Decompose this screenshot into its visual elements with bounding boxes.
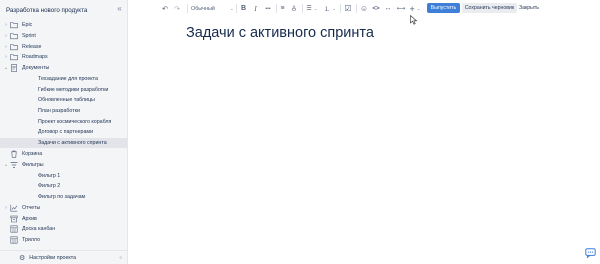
sidebar-item-label: Release (22, 43, 42, 50)
expand-width-icon[interactable]: ↔ (383, 3, 393, 14)
sidebar-item-label: Фильтр 1 (38, 172, 61, 179)
text-color-icon[interactable]: A̲ (289, 3, 299, 14)
bold-icon[interactable]: B (239, 3, 248, 14)
toolbar-divider (187, 4, 188, 13)
sidebar-item-label: Гибкие методики разработки (38, 86, 109, 93)
toolbar-divider (276, 4, 277, 13)
filter-icon (9, 161, 18, 169)
sidebar-item[interactable]: Обновленные таблицы (0, 95, 127, 106)
toolbar-divider (302, 4, 303, 13)
sidebar-item[interactable]: Трилло (0, 235, 127, 246)
sidebar-header: Разработка нового продукта « (0, 0, 128, 20)
text-style-value: Обычный (191, 5, 215, 12)
document-icon (9, 64, 18, 72)
save-draft-button[interactable]: Сохранить черновик (462, 3, 517, 13)
sidebar-item-label: Отчеты (22, 204, 41, 211)
italic-icon[interactable]: I (251, 3, 260, 14)
mouse-cursor-icon (410, 15, 418, 25)
text-style-dropdown[interactable]: Обычный ⌄ (191, 3, 235, 14)
project-settings-label: Настройки проекта (29, 254, 77, 261)
sidebar-item-label: Roadmaps (22, 54, 48, 61)
sidebar-item[interactable]: Гибкие методики разработки (0, 84, 127, 95)
folder-icon (9, 32, 18, 40)
toolbar-divider (356, 4, 357, 13)
gear-icon: ⚙ (19, 254, 26, 262)
chart-icon (9, 204, 18, 212)
trash-icon (9, 150, 18, 158)
align-left-icon[interactable]: ≡ (278, 3, 287, 14)
sidebar-item[interactable]: ⌄ Документы (0, 63, 127, 74)
sidebar-item-label: Корзина (22, 151, 43, 158)
collapse-sidebar-icon[interactable]: « (115, 4, 124, 13)
sidebar-item[interactable]: › Sprint (0, 31, 127, 42)
undo-icon[interactable]: ↶ (160, 3, 170, 14)
emoji-icon[interactable]: ☺ (359, 3, 369, 14)
chevron-down-icon: ⌄ (332, 5, 336, 11)
sidebar-item-label: Фильтр по задачам (38, 194, 86, 201)
sidebar-item[interactable]: Архив (0, 213, 127, 224)
toolbar-divider (236, 4, 237, 13)
sidebar-item-label: Техзадание для проекта (38, 75, 98, 82)
sidebar-item-label: Архив (22, 215, 37, 222)
project-title[interactable]: Разработка нового продукта (6, 7, 87, 14)
board-icon (9, 236, 18, 244)
close-button[interactable]: Закрыть (518, 3, 540, 13)
sidebar-item-label: Договор с партнерами (38, 129, 94, 136)
sidebar-item-label: Sprint (22, 33, 36, 40)
sidebar-item[interactable]: › Epic (0, 20, 127, 31)
toolbar-divider (340, 4, 341, 13)
sidebar-item[interactable]: Задачи с активного спринта (0, 137, 127, 149)
sidebar-item[interactable]: › Отчеты (0, 203, 127, 214)
sidebar-item[interactable]: Проект космического корабля (0, 116, 127, 127)
sidebar-item[interactable]: План разработки (0, 106, 127, 117)
sidebar-item[interactable]: Корзина (0, 149, 127, 160)
chat-icon[interactable] (585, 248, 596, 258)
chevron-down-icon: ⌄ (313, 5, 318, 11)
more-formatting-icon[interactable]: ••• (262, 3, 274, 14)
sidebar-item-label: Фильтры (22, 162, 44, 169)
sidebar-item-label: Документы (22, 65, 50, 72)
sidebar-item-label: Задачи с активного спринта (38, 140, 107, 147)
sidebar-item[interactable]: Фильтр 2 (0, 181, 127, 192)
board-icon (9, 225, 18, 233)
folder-icon (9, 21, 18, 29)
folder-icon (9, 53, 18, 61)
horizontal-rule-icon[interactable]: ⟷ (395, 3, 407, 14)
sidebar-item[interactable]: › Release (0, 41, 127, 52)
plus-glyph: + (409, 3, 415, 14)
sidebar-item-label: Трилло (22, 236, 41, 243)
bullet-list-icon[interactable]: ☰ ⌄ (305, 3, 319, 14)
collapse-footer-icon[interactable]: « (119, 255, 122, 261)
redo-icon[interactable]: ↷ (172, 3, 182, 14)
numbered-list-icon[interactable]: ⒈ ⌄ (323, 3, 337, 14)
sidebar-item-label: Обновленные таблицы (38, 97, 95, 104)
code-icon[interactable]: <> (371, 3, 381, 14)
sidebar-item-label: План разработки (38, 107, 80, 114)
chevron-down-icon: ⌄ (416, 5, 421, 11)
checkbox-icon[interactable]: ☑ (343, 3, 353, 14)
insert-menu-icon[interactable]: + ⌄ (408, 3, 422, 14)
bullet-list-glyph: ☰ (306, 6, 312, 12)
numbered-list-glyph: ⒈ (324, 7, 331, 13)
publish-button[interactable]: Выпустить (427, 3, 460, 13)
sidebar: Разработка нового продукта « › Epic › Sprin… (0, 0, 128, 264)
folder-icon (9, 43, 18, 51)
sidebar-item[interactable]: › Roadmaps (0, 52, 127, 63)
sidebar-item-label: Доска канбан (22, 226, 56, 233)
sidebar-item[interactable]: Договор с партнерами (0, 127, 127, 138)
sidebar-footer[interactable]: ⚙ Настройки проекта « (0, 250, 127, 264)
sidebar-item[interactable]: ⌄ Фильтры (0, 160, 127, 171)
page-title[interactable]: Задачи с активного спринта (186, 25, 374, 41)
archive-icon (9, 215, 18, 223)
sidebar-item-label: Проект космического корабля (38, 118, 112, 125)
sidebar-item-label: Фильтр 2 (38, 183, 61, 190)
sidebar-item[interactable]: Фильтр 1 (0, 170, 127, 181)
chevron-down-icon: ⌄ (229, 5, 234, 11)
sidebar-item-label: Epic (22, 22, 33, 29)
sidebar-item[interactable]: Фильтр по задачам (0, 192, 127, 203)
sidebar-item[interactable]: Техзадание для проекта (0, 74, 127, 85)
sidebar-item[interactable]: Доска канбан (0, 224, 127, 235)
